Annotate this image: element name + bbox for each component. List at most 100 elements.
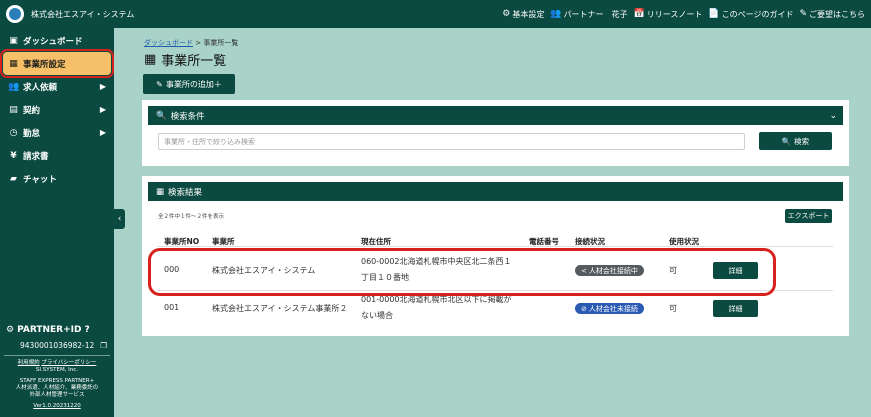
- detail-button[interactable]: 詳細: [713, 262, 758, 279]
- search-button[interactable]: 🔍 検索: [759, 132, 832, 150]
- disconnected-icon: ⊘: [581, 304, 587, 313]
- address-cell-line1: 001-0000北海道札幌市北区以下に掲載が: [361, 295, 512, 304]
- breadcrumb-current: 事業所一覧: [203, 39, 239, 47]
- sidebar-item-label: 事業所設定: [23, 59, 66, 70]
- breadcrumb-dashboard-link[interactable]: ダッシュボード: [144, 39, 193, 47]
- sidebar-collapse-button[interactable]: ‹: [114, 209, 125, 229]
- search-icon: 🔍: [156, 110, 167, 121]
- footer-product: STAFF EXPRESS PARTNER+: [19, 378, 95, 384]
- feedback-link[interactable]: ✎ ご要望はこちら: [799, 9, 865, 20]
- usage-cell: 可: [669, 304, 677, 313]
- top-bar: 株式会社エスアイ・システム ⚙ 基本設定 👥 パートナー 花子 📅 リリースノー…: [0, 0, 871, 28]
- page-guide-label: このページのガイド: [721, 9, 794, 19]
- footer-desc-2: 外部人材管理サービス: [29, 392, 85, 398]
- table-icon: ▦: [156, 186, 165, 197]
- contract-icon: ▤: [9, 104, 18, 115]
- add-office-button[interactable]: ✎ 事業所の追加＋: [143, 74, 235, 94]
- breadcrumb-separator: >: [195, 39, 202, 47]
- partner-label-text: PARTNER+ID: [17, 325, 82, 335]
- edit-icon: ✎: [799, 9, 807, 19]
- sidebar-item-contract[interactable]: ▤ 契約 ▶: [0, 98, 114, 121]
- address-cell-line1: 060-0002北海道札幌市中央区北二条西１: [361, 257, 512, 266]
- sidebar-divider: [4, 355, 110, 356]
- chevron-right-icon: ▶: [99, 128, 106, 137]
- sidebar-item-label: ダッシュボード: [23, 36, 83, 47]
- sidebar-item-label: 契約: [23, 105, 41, 116]
- sidebar-item-dashboard[interactable]: ▣ ダッシュボード: [0, 29, 114, 52]
- partner-id-value: 9430001036982-12 ❐: [20, 341, 107, 350]
- address-cell-line2: ない場合: [361, 311, 393, 320]
- chevron-down-icon[interactable]: ⌄: [829, 111, 837, 121]
- calendar-icon: 📅: [633, 9, 645, 19]
- results-header-label: 検索結果: [168, 187, 203, 198]
- copy-icon[interactable]: ❐: [100, 341, 107, 350]
- status-badge: < 人材会社接続中: [575, 265, 644, 276]
- usage-cell: 可: [669, 266, 677, 275]
- chevron-right-icon: ▶: [99, 105, 106, 114]
- sidebar-item-label: チャット: [23, 174, 57, 185]
- sidebar-item-job-request[interactable]: 👥 求人依頼 ▶: [0, 75, 114, 98]
- settings-link[interactable]: ⚙ 基本設定: [502, 9, 544, 20]
- export-button[interactable]: エクスポート: [785, 209, 832, 223]
- gear-icon: ⚙: [502, 9, 511, 19]
- building-icon: ▦: [144, 52, 157, 67]
- sidebar-item-label: 請求書: [23, 151, 49, 162]
- page-title-text: 事業所一覧: [161, 54, 227, 69]
- result-count: 全２件中１件～２件を表示: [158, 214, 225, 220]
- page-title: ▦ 事業所一覧: [144, 50, 226, 69]
- help-icon[interactable]: ?: [84, 325, 89, 335]
- clock-icon: ◷: [9, 127, 18, 138]
- sidebar-item-office-settings[interactable]: ▦ 事業所設定: [0, 49, 114, 78]
- search-button-label: 検索: [794, 136, 810, 146]
- document-icon: 📄: [708, 9, 720, 19]
- user-label: パートナー 花子: [563, 9, 628, 19]
- results-panel-header: ▦ 検索結果: [148, 182, 843, 201]
- settings-label: 基本設定: [512, 9, 545, 19]
- add-office-label: 事業所の追加＋: [165, 79, 222, 89]
- office-name-cell: 株式会社エスアイ・システム事業所２: [212, 304, 348, 313]
- search-input[interactable]: 事業所・住所で絞り込み検索: [158, 133, 745, 150]
- breadcrumb: ダッシュボード > 事業所一覧: [144, 38, 238, 48]
- company-logo-icon[interactable]: [6, 5, 24, 23]
- share-icon: <: [581, 266, 587, 275]
- office-name-cell: 株式会社エスアイ・システム: [212, 266, 316, 275]
- dashboard-icon: ▣: [9, 35, 18, 46]
- table-row: 000 株式会社エスアイ・システム 060-0002北海道札幌市中央区北二条西１…: [158, 250, 833, 290]
- users-icon: 👥: [550, 9, 562, 19]
- sidebar-item-chat[interactable]: ▰ チャット: [0, 167, 114, 190]
- detail-button[interactable]: 詳細: [713, 300, 758, 317]
- page-guide-link[interactable]: 📄 このページのガイド: [708, 9, 793, 20]
- sidebar-item-label: 勤怠: [23, 128, 41, 139]
- privacy-link[interactable]: プライバシーポリシー: [41, 360, 96, 366]
- gear-icon: ⚙: [6, 325, 15, 335]
- search-icon: 🔍: [781, 136, 792, 146]
- table-divider: [158, 246, 833, 247]
- chevron-right-icon: ▶: [99, 82, 106, 91]
- footer-desc-1: 人材派遣、人材紹介、業務委託の: [15, 385, 99, 391]
- chat-icon: ▰: [10, 173, 17, 184]
- office-no-cell: 001: [164, 303, 180, 312]
- status-badge: ⊘ 人材会社未接続: [575, 303, 644, 314]
- status-badge-label: 人材会社未接続: [588, 304, 638, 313]
- release-notes-link[interactable]: 📅 リリースノート: [634, 9, 703, 20]
- building-icon: ▦: [9, 58, 18, 69]
- add-note-icon: ✎: [156, 79, 163, 89]
- version-link[interactable]: Ver1.0.20231220: [0, 403, 114, 410]
- partner-id-label: ⚙ PARTNER+ID ?: [6, 325, 90, 335]
- address-cell-line2: 丁目１０番地: [361, 273, 409, 282]
- terms-link[interactable]: 利用規約: [18, 360, 40, 366]
- search-panel-header[interactable]: 🔍 検索条件 ⌄: [148, 106, 843, 125]
- release-notes-label: リリースノート: [646, 9, 703, 19]
- user-menu[interactable]: 👥 パートナー 花子: [550, 9, 627, 20]
- sidebar-footer: 利用規約 プライバシーポリシー SI.SYSTEM, Inc. STAFF EX…: [0, 360, 114, 410]
- status-badge-label: 人材会社接続中: [588, 266, 638, 275]
- sidebar-item-invoice[interactable]: ¥ 請求書: [0, 144, 114, 167]
- sidebar-item-attendance[interactable]: ◷ 勤怠 ▶: [0, 121, 114, 144]
- table-row: 001 株式会社エスアイ・システム事業所２ 001-0000北海道札幌市北区以下…: [158, 291, 833, 331]
- feedback-label: ご要望はこちら: [809, 9, 865, 19]
- sidebar-item-label: 求人依頼: [23, 82, 58, 93]
- search-header-label: 検索条件: [170, 111, 205, 122]
- users-icon: 👥: [8, 81, 20, 92]
- top-right-menu: ⚙ 基本設定 👥 パートナー 花子 📅 リリースノート 📄 このページのガイド …: [502, 9, 865, 20]
- sidebar: ▣ ダッシュボード ▦ 事業所設定 👥 求人依頼 ▶ ▤ 契約 ▶ ◷ 勤怠 ▶…: [0, 28, 114, 417]
